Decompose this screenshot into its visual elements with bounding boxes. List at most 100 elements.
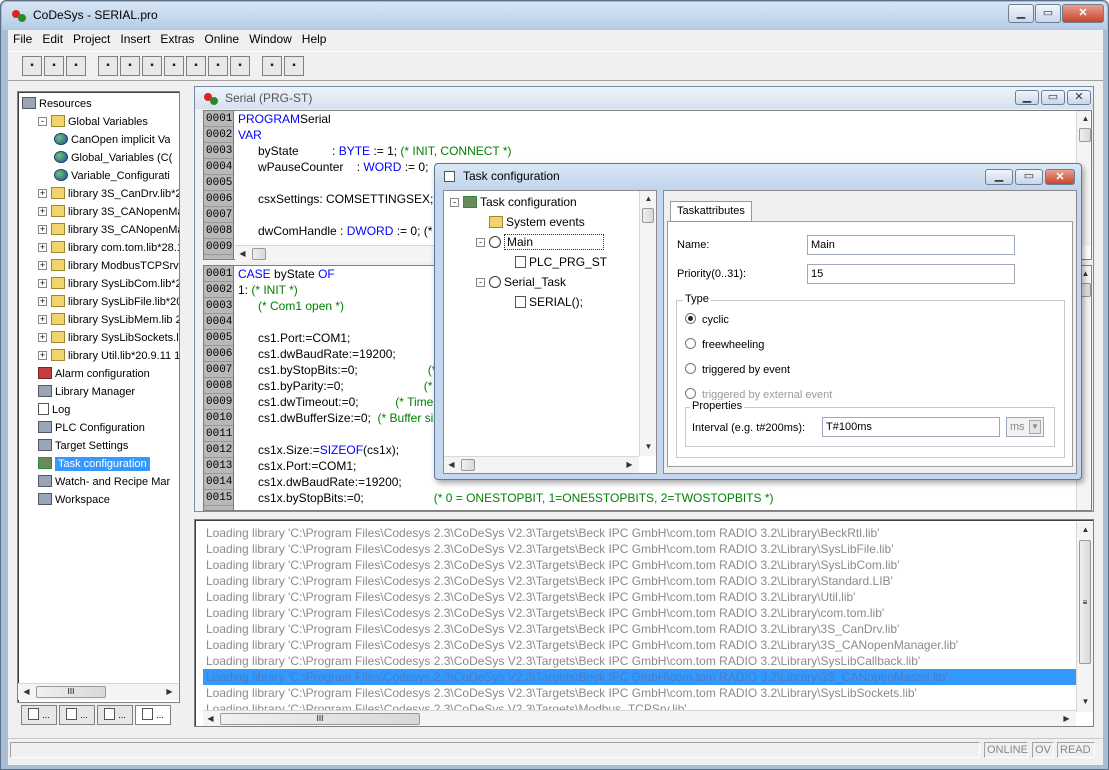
tree-item-library-manager[interactable]: Library Manager (38, 384, 135, 401)
editor-restore-button[interactable]: ▭ (1041, 90, 1065, 105)
print-icon[interactable]: ▪ (230, 56, 250, 76)
tree-item-library-3s-canopenmar[interactable]: + library 3S_CANopenMar (38, 204, 179, 221)
expand-icon[interactable]: + (38, 243, 47, 252)
new-icon[interactable]: ▪ (22, 56, 42, 76)
scroll-up-icon[interactable]: ▲ (641, 191, 656, 206)
message-line[interactable]: Loading library 'C:\Program Files\Codesy… (203, 589, 1076, 605)
tree-item-library-3s-candrv-lib-20[interactable]: + library 3S_CanDrv.lib*20 (38, 186, 179, 203)
tab-data-types[interactable]: ... (59, 705, 95, 725)
task-tree-item[interactable]: System events (476, 214, 585, 231)
find-icon[interactable]: ▪ (262, 56, 282, 76)
scroll-left-icon[interactable]: ◀ (19, 684, 34, 699)
name-field[interactable]: Main (807, 235, 1015, 255)
tree-item-variable-configurati[interactable]: Variable_Configurati (54, 168, 170, 185)
scroll-right-icon[interactable]: ▶ (622, 457, 637, 472)
message-window[interactable]: Loading library 'C:\Program Files\Codesy… (194, 519, 1094, 727)
maximize-button[interactable]: ▭ (1035, 4, 1061, 23)
menu-window[interactable]: Window (244, 30, 297, 46)
tree-item-alarm-configuration[interactable]: Alarm configuration (38, 366, 150, 383)
scroll-up-icon[interactable]: ▲ (1078, 522, 1093, 537)
replace-icon[interactable]: ▪ (284, 56, 304, 76)
message-hscrollbar[interactable]: ◀ III ▶ (203, 710, 1076, 726)
message-line[interactable]: Loading library 'C:\Program Files\Codesy… (203, 637, 1076, 653)
message-line[interactable]: Loading library 'C:\Program Files\Codesy… (203, 573, 1076, 589)
message-line[interactable]: Loading library 'C:\Program Files\Codesy… (203, 621, 1076, 637)
scroll-down-icon[interactable]: ▼ (1078, 694, 1093, 709)
radio-button-icon[interactable] (685, 363, 696, 374)
scroll-up-icon[interactable]: ▲ (1078, 111, 1091, 126)
declaration-hscrollbar[interactable]: ◀ (235, 245, 445, 262)
message-line[interactable]: Loading library 'C:\Program Files\Codesy… (203, 557, 1076, 573)
tree-item-plc-configuration[interactable]: PLC Configuration (38, 420, 145, 437)
scroll-left-icon[interactable]: ◀ (235, 246, 250, 261)
menu-extras[interactable]: Extras (155, 30, 199, 46)
tab-pous[interactable]: ... (21, 705, 57, 725)
expand-icon[interactable]: + (38, 297, 47, 306)
task-tree-item[interactable]: PLC_PRG_ST (502, 254, 607, 271)
run-icon[interactable]: ▪ (164, 56, 184, 76)
message-line[interactable]: Loading library 'C:\Program Files\Codesy… (203, 653, 1076, 669)
message-hscroll-thumb[interactable]: III (220, 713, 420, 725)
tree-item-library-syslibsockets-lib[interactable]: + library SysLibSockets.lib (38, 330, 179, 347)
collapse-icon[interactable]: - (476, 278, 485, 287)
code-line[interactable]: VAR (235, 127, 1075, 143)
tree-item-global-variables-c[interactable]: Global_Variables (C( (54, 150, 172, 167)
expand-icon[interactable]: + (38, 333, 47, 342)
message-line[interactable]: Loading library 'C:\Program Files\Codesy… (203, 525, 1076, 541)
expand-icon[interactable]: + (38, 315, 47, 324)
minimize-button[interactable]: ▁ (1008, 4, 1034, 23)
radio-button-icon[interactable] (685, 338, 696, 349)
task-tree-item[interactable]: SERIAL(); (502, 294, 583, 311)
menu-file[interactable]: File (8, 30, 37, 46)
tree-item-global-variables[interactable]: - Global Variables (38, 114, 148, 131)
close-button[interactable]: ✕ (1062, 4, 1104, 23)
task-tree-hscrollbar[interactable]: ◀ ▶ (444, 456, 639, 473)
tree-item-library-syslibfile-lib-20-9[interactable]: + library SysLibFile.lib*20.9 (38, 294, 179, 311)
message-line[interactable]: Loading library 'C:\Program Files\Codesy… (203, 541, 1076, 557)
logout-icon[interactable]: ▪ (142, 56, 162, 76)
message-line[interactable]: Loading library 'C:\Program Files\Codesy… (203, 605, 1076, 621)
open-icon[interactable]: ▪ (44, 56, 64, 76)
tree-item-target-settings[interactable]: Target Settings (38, 438, 128, 455)
tree-item-workspace[interactable]: Workspace (38, 492, 110, 509)
tree-item-library-syslibmem-lib-2-4[interactable]: + library SysLibMem.lib 2.4 (38, 312, 179, 329)
message-line[interactable]: Loading library 'C:\Program Files\Codesy… (203, 669, 1076, 685)
menu-project[interactable]: Project (68, 30, 115, 46)
resources-hscrollbar[interactable]: ◀ III ▶ (18, 683, 179, 700)
code-line[interactable]: byState : BYTE := 1; (* INIT, CONNECT *) (235, 143, 1075, 159)
message-line[interactable]: Loading library 'C:\Program Files\Codesy… (203, 685, 1076, 701)
task-tree-item[interactable]: - Serial_Task (476, 274, 566, 291)
save-icon[interactable]: ▪ (66, 56, 86, 76)
title-bar[interactable]: CoDeSys - SERIAL.pro ▁ ▭ ✕ (2, 2, 1107, 30)
tab-resources[interactable]: ... (135, 705, 171, 725)
expand-icon[interactable]: + (38, 261, 47, 270)
build-icon[interactable]: ▪ (98, 56, 118, 76)
editor-minimize-button[interactable]: ▁ (1015, 90, 1039, 105)
scroll-right-icon[interactable]: ▶ (1059, 711, 1074, 726)
code-line[interactable]: cs1x.byStopBits:=0; (* 0 = ONESTOPBIT, 1… (235, 490, 1075, 506)
editor-close-button[interactable]: ✕ (1067, 90, 1091, 105)
task-tree-vscroll-thumb[interactable] (642, 208, 654, 223)
declaration-hscroll-thumb[interactable] (252, 248, 266, 260)
task-dialog-minimize-button[interactable]: ▁ (985, 169, 1013, 185)
tree-item-library-3s-canopenmas[interactable]: + library 3S_CANopenMas (38, 222, 179, 239)
stop-icon[interactable]: ▪ (186, 56, 206, 76)
task-tree-item[interactable]: - Task configuration (450, 194, 577, 211)
message-vscrollbar[interactable]: ▲ ≡ ▼ (1076, 522, 1093, 712)
login-icon[interactable]: ▪ (120, 56, 140, 76)
task-dialog-maximize-button[interactable]: ▭ (1015, 169, 1043, 185)
task-tree-hscroll-thumb[interactable] (461, 459, 475, 471)
tab-visualizations[interactable]: ... (97, 705, 133, 725)
message-vscroll-thumb[interactable]: ≡ (1079, 540, 1091, 664)
tab-taskattributes[interactable]: Taskattributes (670, 201, 752, 222)
radio-triggered-by-event[interactable]: triggered by event (685, 363, 790, 376)
menu-insert[interactable]: Insert (115, 30, 155, 46)
scroll-left-icon[interactable]: ◀ (444, 457, 459, 472)
tree-item-watch-and-recipe-mar[interactable]: Watch- and Recipe Mar (38, 474, 170, 491)
radio-button-icon[interactable] (685, 313, 696, 324)
radio-cyclic[interactable]: cyclic (685, 313, 729, 326)
collapse-icon[interactable]: - (450, 198, 459, 207)
code-line[interactable]: PROGRAMSerial (235, 111, 1075, 127)
expand-icon[interactable]: + (38, 279, 47, 288)
tree-item-resources[interactable]: Resources (22, 96, 92, 113)
